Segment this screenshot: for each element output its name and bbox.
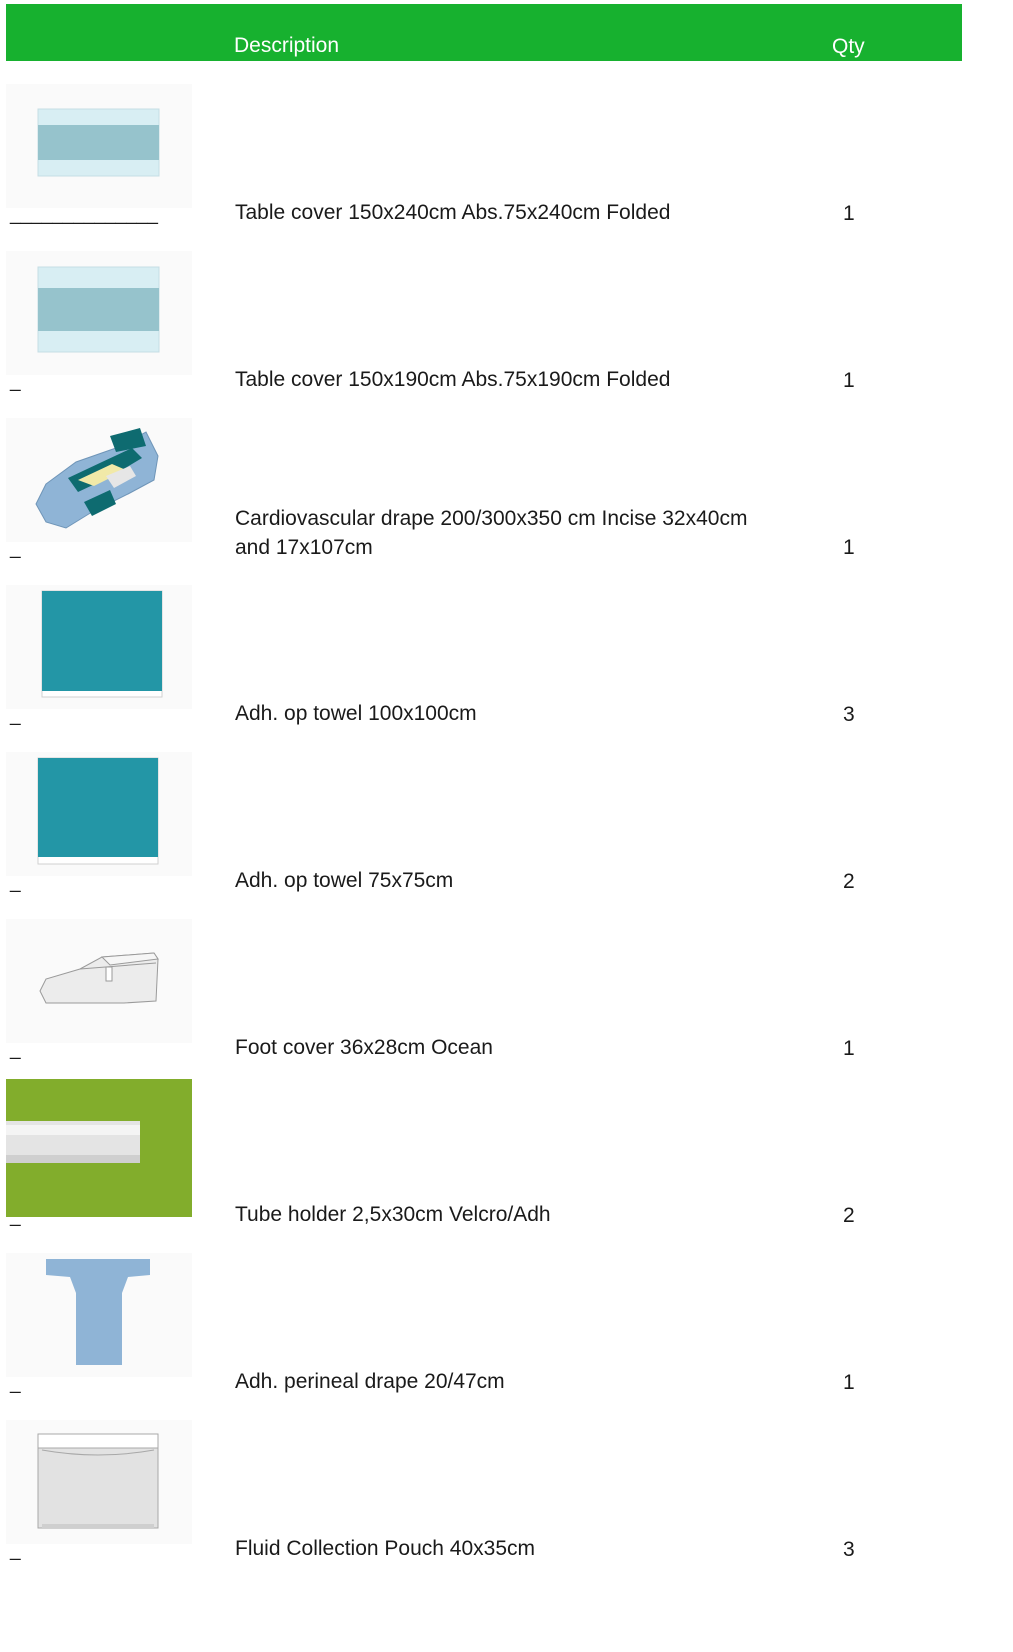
drape-icon xyxy=(6,418,192,542)
list-item: _ Adh. perineal drape 20/47cm 1 xyxy=(0,1231,1013,1407)
pouch-icon xyxy=(6,1420,192,1544)
item-description: Table cover 150x190cm Abs.75x190cm Folde… xyxy=(235,368,671,391)
list-item: _ Tube holder 2,5x30cm Velcro/Adh 2 xyxy=(0,1064,1013,1240)
table-header: Description Qty xyxy=(6,4,962,61)
item-qty: 3 xyxy=(843,703,855,726)
item-qty: 2 xyxy=(843,1204,855,1227)
item-qty: 1 xyxy=(843,202,855,225)
header-qty: Qty xyxy=(832,35,865,58)
tube-holder-icon xyxy=(6,1079,192,1217)
row-marker: _ xyxy=(10,705,21,726)
towel-icon xyxy=(6,585,192,709)
item-qty: 2 xyxy=(843,870,855,893)
item-description: Cardiovascular drape 200/300x350 cm Inci… xyxy=(235,507,748,559)
foot-cover-icon xyxy=(6,919,192,1043)
row-marker: _ xyxy=(10,1206,21,1227)
row-marker: ______________ xyxy=(10,204,158,225)
table-cover-icon xyxy=(6,251,192,375)
row-marker: _ xyxy=(10,538,21,559)
item-description: Table cover 150x240cm Abs.75x240cm Folde… xyxy=(235,201,671,224)
item-description: Adh. perineal drape 20/47cm xyxy=(235,1370,505,1393)
list-item: _ Fluid Collection Pouch 40x35cm 3 xyxy=(0,1398,1013,1574)
list-item: _ Table cover 150x190cm Abs.75x190cm Fol… xyxy=(0,229,1013,405)
list-item: _ Foot cover 36x28cm Ocean 1 xyxy=(0,897,1013,1073)
item-description: Adh. op towel 100x100cm xyxy=(235,702,477,725)
list-item: _ Cardiovascular drape 200/300x350 cm In… xyxy=(0,396,1013,572)
row-marker: _ xyxy=(10,1039,21,1060)
item-qty: 1 xyxy=(843,536,855,559)
item-description: Foot cover 36x28cm Ocean xyxy=(235,1036,493,1059)
item-qty: 1 xyxy=(843,369,855,392)
row-marker: _ xyxy=(10,371,21,392)
item-description: Adh. op towel 75x75cm xyxy=(235,869,454,892)
list-item: _ Adh. op towel 100x100cm 3 xyxy=(0,563,1013,739)
row-marker: _ xyxy=(10,1540,21,1561)
item-qty: 3 xyxy=(843,1538,855,1561)
item-description: Fluid Collection Pouch 40x35cm xyxy=(235,1537,535,1560)
perineal-drape-icon xyxy=(6,1253,192,1377)
table-cover-icon xyxy=(6,84,192,208)
row-marker: _ xyxy=(10,1373,21,1394)
header-description: Description xyxy=(234,34,340,57)
item-qty: 1 xyxy=(843,1371,855,1394)
item-description: Tube holder 2,5x30cm Velcro/Adh xyxy=(235,1203,551,1226)
list-item: ______________ Table cover 150x240cm Abs… xyxy=(0,62,1013,238)
item-qty: 1 xyxy=(843,1037,855,1060)
list-item: _ Adh. op towel 75x75cm 2 xyxy=(0,730,1013,906)
towel-icon xyxy=(6,752,192,876)
row-marker: _ xyxy=(10,872,21,893)
